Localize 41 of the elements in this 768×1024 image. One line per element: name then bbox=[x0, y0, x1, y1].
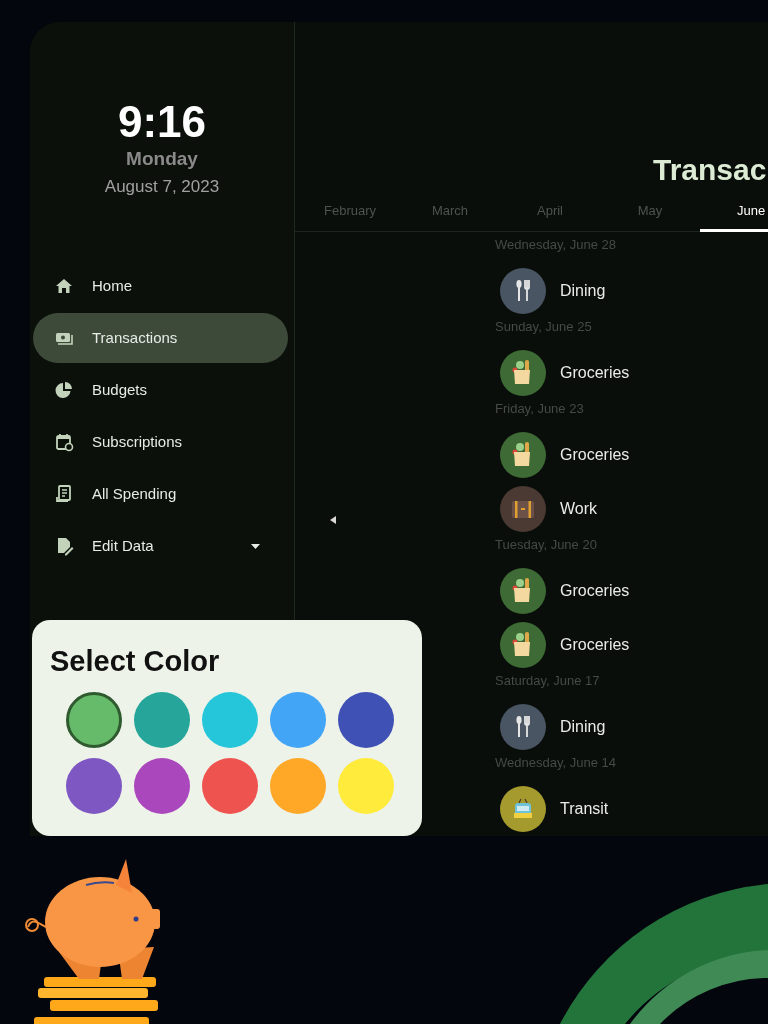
category-name[interactable]: Transit bbox=[560, 797, 609, 821]
nav-item[interactable]: Transactions bbox=[33, 313, 288, 363]
clock-time: 9:16 bbox=[117, 97, 207, 147]
category-name[interactable]: Groceries bbox=[560, 443, 630, 467]
color-swatch[interactable] bbox=[134, 692, 190, 748]
nav-item[interactable]: Edit Data bbox=[33, 521, 288, 571]
date-heading: Saturday, June 17 bbox=[495, 672, 601, 690]
date-heading: Tuesday, June 20 bbox=[495, 536, 598, 554]
nav-item[interactable]: Home bbox=[33, 261, 288, 311]
nav-item[interactable]: All Spending bbox=[33, 469, 288, 519]
receipt-icon bbox=[54, 484, 74, 504]
color-swatch[interactable] bbox=[270, 758, 326, 814]
nav-item[interactable]: Subscriptions bbox=[33, 417, 288, 467]
date-heading: Sunday, June 25 bbox=[495, 318, 593, 336]
category-name[interactable]: Groceries bbox=[560, 633, 630, 657]
color-swatch[interactable] bbox=[202, 758, 258, 814]
color-swatch[interactable] bbox=[134, 758, 190, 814]
color-swatch[interactable] bbox=[66, 758, 122, 814]
color-swatch[interactable] bbox=[202, 692, 258, 748]
date-heading: Wednesday, June 28 bbox=[495, 236, 617, 254]
color-swatch[interactable] bbox=[66, 692, 122, 748]
nav-item[interactable]: Budgets bbox=[33, 365, 288, 415]
date-text: August 7, 2023 bbox=[104, 176, 220, 198]
color-swatch[interactable] bbox=[338, 692, 394, 748]
picker-title: Select Color bbox=[50, 644, 221, 678]
page-title: Transac bbox=[653, 153, 767, 186]
color-swatch[interactable] bbox=[270, 692, 326, 748]
date-heading: Wednesday, June 14 bbox=[495, 754, 617, 772]
category-name[interactable]: Work bbox=[560, 497, 598, 521]
month-tab[interactable]: June bbox=[700, 193, 768, 232]
home-icon bbox=[54, 276, 74, 296]
previous-arrow[interactable] bbox=[328, 515, 338, 525]
category-name[interactable]: Dining bbox=[560, 715, 606, 739]
calendar-icon bbox=[54, 432, 74, 452]
category-name[interactable]: Dining bbox=[560, 279, 606, 303]
pie-chart-icon bbox=[54, 380, 74, 400]
weekday-text: Monday bbox=[126, 147, 198, 171]
category-name[interactable]: Groceries bbox=[560, 361, 630, 385]
category-name[interactable]: Groceries bbox=[560, 579, 630, 603]
color-swatch[interactable] bbox=[338, 758, 394, 814]
date-heading: Friday, June 23 bbox=[495, 400, 585, 418]
